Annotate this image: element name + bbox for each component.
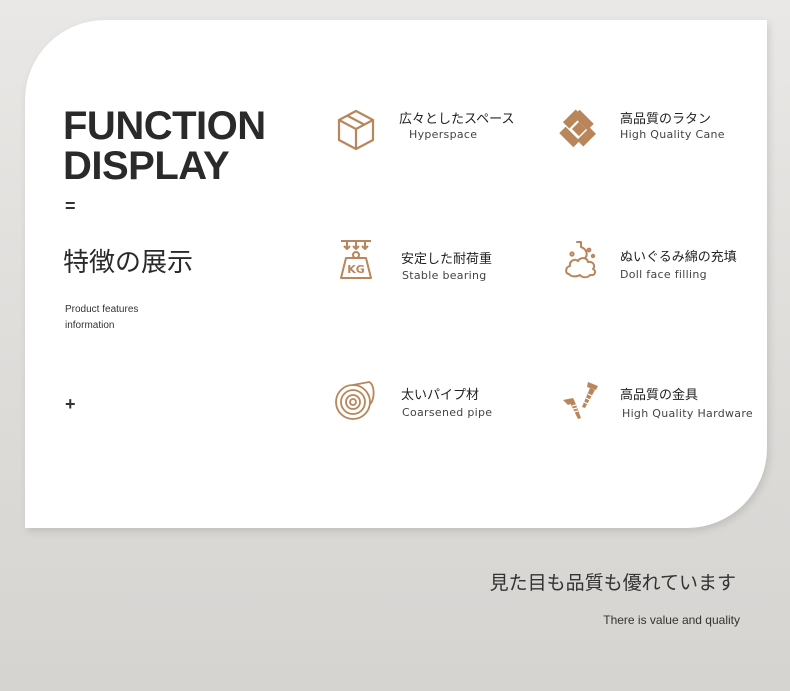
caption-line-1: Product features — [65, 304, 139, 315]
screws-icon — [563, 382, 598, 419]
feature-label-en: Hyperspace — [409, 128, 478, 141]
title-line-function: FUNCTION — [63, 104, 266, 148]
rattan-weave-icon — [559, 109, 597, 148]
feature-label-jp: 太いパイプ材 — [401, 388, 480, 403]
feature-label-jp: 高品質のラタン — [620, 112, 712, 127]
feature-label-jp: 高品質の金具 — [620, 388, 699, 403]
plus-mark: + — [65, 394, 76, 414]
feature-label-en: Coarsened pipe — [402, 406, 493, 419]
jp-section-title: 特徴の展示 — [63, 248, 194, 278]
equals-mark: = — [65, 196, 76, 216]
footer-tagline-en: There is value and quality — [603, 613, 740, 627]
cotton-filling-icon — [565, 241, 597, 279]
feature-card: FUNCTION DISPLAY = 特徴の展示 Product feature… — [25, 20, 767, 528]
feature-label-en: High Quality Hardware — [622, 407, 753, 420]
kg-weight-icon: KG — [340, 240, 372, 279]
product-features-caption: Product features information — [65, 302, 138, 334]
title-line-display: DISPLAY — [63, 144, 230, 188]
pipe-cross-section-icon — [335, 381, 375, 420]
feature-label-en: High Quality Cane — [620, 128, 725, 141]
page-title: FUNCTION DISPLAY — [63, 106, 266, 186]
caption-line-2: information — [65, 320, 115, 331]
feature-label-jp: ぬいぐるみ綿の充填 — [620, 250, 737, 265]
feature-label-jp: 広々としたスペース — [399, 112, 515, 127]
box-icon — [337, 109, 375, 151]
feature-label-en: Doll face filling — [620, 268, 707, 281]
footer-tagline-jp: 見た目も品質も優れています — [489, 572, 736, 594]
feature-label-en: Stable bearing — [402, 269, 487, 282]
feature-label-jp: 安定した耐荷重 — [401, 252, 493, 267]
svg-text:KG: KG — [347, 263, 365, 276]
